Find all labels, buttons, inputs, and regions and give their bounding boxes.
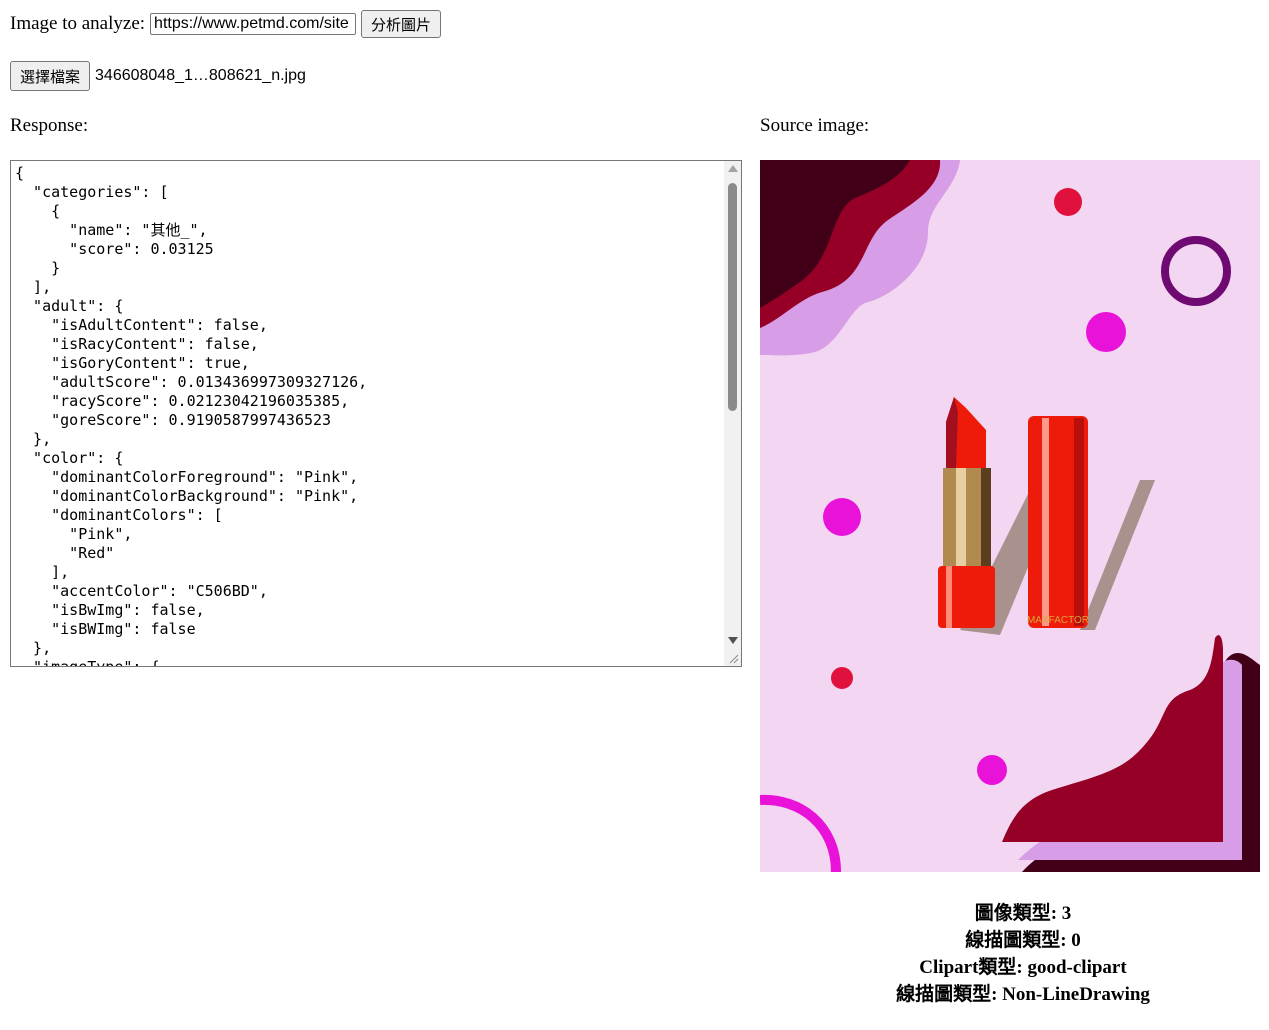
analysis-results: 圖像類型: 3 線描圖類型: 0 Clipart類型: good-clipart… (760, 900, 1269, 1008)
lipstick-brand-text: MAXFACTOR (1027, 615, 1089, 626)
image-url-label: Image to analyze: (10, 13, 146, 34)
magenta-dot-upper (1086, 312, 1126, 352)
response-textarea[interactable]: { "categories": [ { "name": "其他_", "scor… (10, 160, 742, 667)
line-drawing-type-line: 線描圖類型: 0 (965, 930, 1081, 951)
file-name: 346608048_1…808621_n.jpg (95, 67, 306, 84)
red-dot-top (1054, 188, 1082, 216)
resize-handle-icon[interactable] (724, 649, 741, 666)
image-url-input[interactable]: https://www.petmd.com/site (150, 13, 357, 35)
scroll-thumb[interactable] (728, 183, 737, 411)
response-json: { "categories": [ { "name": "其他_", "scor… (15, 164, 368, 667)
clipart-type-line: Clipart類型: good-clipart (919, 957, 1127, 978)
source-image-label: Source image: (760, 115, 870, 136)
scroll-down-arrow-icon[interactable] (728, 637, 738, 644)
analyze-button[interactable]: 分析圖片 (361, 10, 442, 38)
lipstick-base-highlight (946, 566, 952, 628)
choose-file-button[interactable]: 選擇檔案 (10, 61, 91, 91)
lipstick-cap-highlight (1042, 418, 1049, 626)
lipstick-gold-dark (981, 468, 991, 566)
response-label: Response: (10, 115, 89, 136)
analyze-row: Image to analyze: https://www.petmd.com/… (10, 10, 442, 38)
scroll-up-arrow-icon[interactable] (728, 165, 738, 172)
file-row: 選擇檔案 346608048_1…808621_n.jpg (10, 61, 306, 91)
line-drawing-class-line: 線描圖類型: Non-LineDrawing (896, 984, 1150, 1005)
vertical-scrollbar[interactable] (724, 161, 741, 650)
magenta-dot-lower (977, 755, 1007, 785)
image-type-line: 圖像類型: 3 (974, 903, 1072, 924)
lipstick-cap-shade (1074, 418, 1084, 626)
magenta-dot-left (823, 498, 861, 536)
source-image: MAXFACTOR (760, 160, 1260, 872)
lipstick-gold-highlight (956, 468, 966, 566)
red-dot-lower (831, 667, 853, 689)
